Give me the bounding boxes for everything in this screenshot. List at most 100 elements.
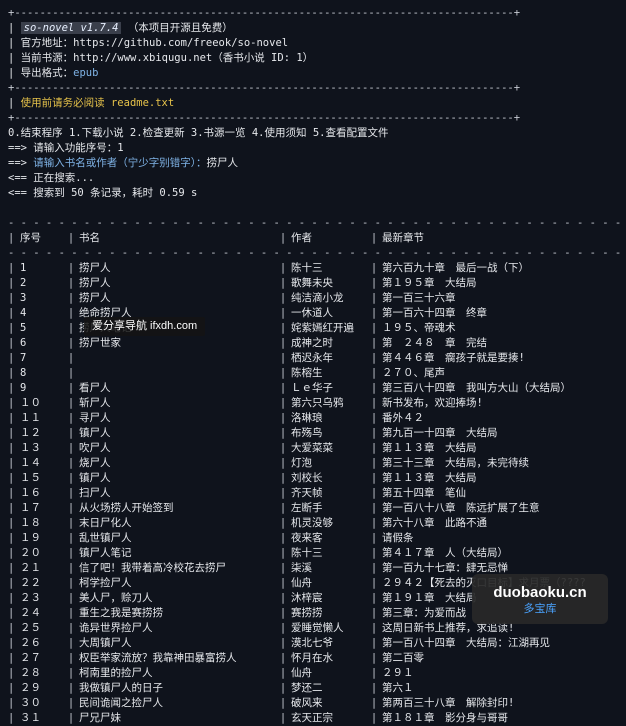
table-row: | ２０ | 镇尸人笔记 | 陈十三 | 第４１７章 人（大结局） (8, 546, 620, 561)
cell-title: 看尸人 (79, 382, 111, 394)
cell-number: １２ (20, 427, 41, 439)
cell-border: | (279, 292, 287, 304)
cell-number: １７ (20, 502, 41, 514)
table-row: | １４ | 烧尸人 | 灯泡 | 第三十三章 大结局，未完待续 (8, 456, 620, 471)
cell-author: 爱睡觉懒人 (291, 622, 344, 634)
table-row: | ２９ | 我做镇尸人的日子 | 梦还二 | 第六１ (8, 681, 620, 696)
cell-border: | (370, 592, 378, 604)
cell-border: | (8, 502, 15, 514)
cell-border: | (279, 397, 287, 409)
cell-border: | (370, 427, 378, 439)
cell-author: 玄天正宗 (291, 712, 333, 724)
cell-border: | (67, 472, 75, 484)
cell-border: | (67, 412, 75, 424)
cell-border: | (370, 337, 378, 349)
table-row: | １２ | 镇尸人 | 布殇鸟 | 第九百一十四章 大结局 (8, 426, 620, 441)
cell-border: | (370, 667, 378, 679)
cell-title: 镇尸人 (79, 427, 111, 439)
search-input-value[interactable]: 捞尸人 (207, 157, 239, 169)
banner-mid-border: +---------------------------------------… (8, 82, 521, 94)
table-row: | １０ | 斩尸人 | 第六只乌鸦 | 新书发布，欢迎捧场! (8, 396, 620, 411)
cell-title: 民间诡闻之捡尸人 (79, 697, 163, 709)
cell-latest-chapter: 第两百三十八章 解除封印! (382, 697, 515, 709)
cell-border: | (279, 427, 287, 439)
table-row: | 2 | 捞尸人 | 歌舞未央 | 第１９５章 大结局 (8, 276, 620, 291)
banner-bottom-border: +---------------------------------------… (8, 112, 521, 124)
cell-number: ２６ (20, 637, 41, 649)
cell-border: | (67, 577, 75, 589)
function-prompt: ==> 请输入功能序号：1 (8, 142, 124, 154)
cell-border: | (8, 592, 15, 604)
cell-border: | (279, 682, 287, 694)
cell-border: | (370, 532, 378, 544)
cell-border: | (279, 652, 287, 664)
searching-status: <== 正在搜索... (8, 172, 95, 184)
source-value: http://www.xbiqugu.net（香书小说 ID: 1） (73, 52, 314, 64)
cell-number: ２３ (20, 592, 41, 604)
cell-latest-chapter: 第４４６章 瘸孩子就是要揍! (382, 352, 525, 364)
cell-border: | (8, 412, 15, 424)
cell-latest-chapter: 第六十八章 此路不通 (382, 517, 487, 529)
cell-number: １３ (20, 442, 41, 454)
header-title: 书名 (79, 232, 100, 244)
cell-latest-chapter: 第１１３章 大结局 (382, 472, 477, 484)
cell-number: 9 (20, 382, 27, 394)
cell-number: 5 (20, 322, 27, 334)
cell-author: 灯泡 (291, 457, 312, 469)
table-header-row: | 序号 | 书名 | 作者 | 最新章节 (8, 231, 620, 246)
official-label: 官方地址： (20, 37, 74, 49)
cell-title: 尸兄尸妹 (79, 712, 121, 724)
cell-latest-chapter: ２７０、尾声 (382, 367, 445, 379)
cell-number: ２７ (20, 652, 41, 664)
cell-border: | (279, 697, 287, 709)
source-label: 当前书源： (20, 52, 74, 64)
cell-latest-chapter: 第１１３章 大结局 (382, 442, 477, 454)
cell-number: ３０ (20, 697, 41, 709)
cell-border: | (8, 397, 15, 409)
cell-author: 怀月在水 (291, 652, 333, 664)
cell-number: １４ (20, 457, 41, 469)
cell-border: | (370, 262, 378, 274)
cell-border: | (370, 472, 378, 484)
table-row: | 8 | | 陈榕生 | ２７０、尾声 (8, 366, 620, 381)
cell-border: | (370, 577, 378, 589)
cell-border: | (279, 547, 287, 559)
format-label: 导出格式： (20, 67, 74, 79)
cell-border: | (8, 292, 15, 304)
cell-title: 美人尸，赊刀人 (79, 592, 153, 604)
cell-border: | (370, 517, 378, 529)
cell-title: 捞尸世家 (79, 337, 121, 349)
cell-number: １５ (20, 472, 41, 484)
cell-number: 7 (20, 352, 27, 364)
cell-number: 8 (20, 367, 27, 379)
table-row: | 6 | 捞尸世家 | 成神之时 | 第 ２４８ 章 完结 (8, 336, 620, 351)
cell-border: | (67, 517, 75, 529)
cell-border: | (370, 652, 378, 664)
cell-number: １０ (20, 397, 41, 409)
cell-title: 斩尸人 (79, 397, 111, 409)
cell-author: 洛琳琅 (291, 412, 323, 424)
cell-number: 6 (20, 337, 27, 349)
cell-author: 歌舞未央 (291, 277, 333, 289)
cell-border: | (67, 277, 75, 289)
main-menu: 0.结束程序 1.下载小说 2.检查更新 3.书源一览 4.使用须知 5.查看配… (8, 127, 389, 139)
cell-title: 捞尸人 (79, 292, 111, 304)
cell-author: 布殇鸟 (291, 427, 323, 439)
cell-border: | (370, 322, 378, 334)
cell-title: 寻尸人 (79, 412, 111, 424)
cell-latest-chapter: ２９１ (382, 667, 414, 679)
cell-number: 2 (20, 277, 27, 289)
cell-border: | (67, 337, 75, 349)
cell-latest-chapter: 第六百九十章 最后一战（下） (382, 262, 529, 274)
logo-sub-text: 多宝库 (523, 603, 557, 615)
cell-border: | (67, 262, 75, 274)
readme-notice-line: | 使用前请务必阅读 readme.txt (8, 97, 175, 109)
cell-border: | (67, 442, 75, 454)
logo-main-text: duobaoku.cn (493, 584, 587, 601)
cell-number: 4 (20, 307, 27, 319)
cell-border: | (67, 307, 75, 319)
cell-border: | (8, 367, 15, 379)
cell-author: 柒溪 (291, 562, 312, 574)
cell-border: | (370, 352, 378, 364)
cell-author: 破风来 (291, 697, 323, 709)
